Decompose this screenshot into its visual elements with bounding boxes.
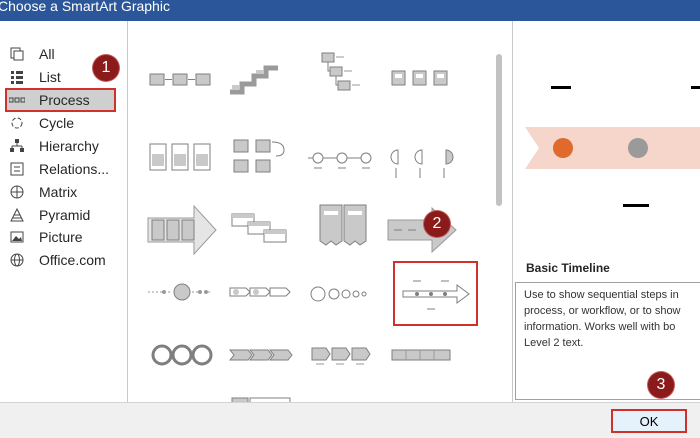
layout-gallery	[128, 21, 513, 402]
timeline-dot-gray	[628, 138, 648, 158]
description-line: Level 2 text.	[524, 337, 584, 349]
layout-segmented-arrows[interactable]	[226, 268, 298, 320]
category-label: Office.com	[39, 252, 106, 268]
pyramid-icon	[9, 207, 25, 223]
layout-circular-arrows[interactable]	[146, 268, 218, 320]
layout-closed-chevron[interactable]	[306, 330, 378, 382]
hierarchy-icon	[9, 138, 25, 154]
category-label: Process	[39, 92, 90, 108]
callout-badge: 2	[424, 211, 450, 237]
layout-chevron-list[interactable]	[306, 201, 378, 253]
layout-circle-process[interactable]	[306, 134, 378, 186]
timeline-preview	[525, 86, 700, 207]
category-label: Relations...	[39, 161, 110, 177]
category-matrix[interactable]: Matrix	[6, 181, 121, 203]
category-label: All	[39, 46, 55, 62]
category-label: Matrix	[39, 184, 78, 200]
layout-basic-process[interactable]	[146, 54, 218, 106]
layout-accent-process[interactable]	[146, 134, 218, 186]
layout-increasing-arrows[interactable]	[146, 392, 218, 402]
timeline-label-mark	[551, 86, 571, 89]
layout-process-tree[interactable]	[306, 51, 378, 103]
ok-button[interactable]: OK	[611, 409, 687, 433]
timeline-arrow-band	[525, 127, 700, 169]
category-label: Cycle	[39, 115, 75, 131]
category-relationship[interactable]: Relations...	[6, 158, 121, 180]
category-process[interactable]: Process	[5, 88, 116, 112]
description-line: information. Works well with bo	[524, 321, 676, 333]
callout-badge: 1	[93, 55, 119, 81]
layout-basic-timeline[interactable]	[393, 261, 478, 326]
dialog-footer	[0, 402, 700, 438]
category-picture[interactable]: Picture	[6, 226, 121, 248]
cycle-icon	[9, 115, 25, 131]
layout-half-circle[interactable]	[386, 134, 458, 186]
category-label: List	[39, 69, 61, 85]
timeline-label-mark	[691, 86, 700, 89]
globe-icon	[9, 252, 25, 268]
category-label: Picture	[39, 229, 83, 245]
description-line: process, or workflow, or to show	[524, 305, 681, 317]
title-bar: Choose a SmartArt Graphic	[0, 0, 700, 21]
relationship-icon	[9, 161, 25, 177]
callout-badge: 3	[648, 372, 674, 398]
layout-continuous-circles[interactable]	[146, 330, 218, 382]
list-icon	[9, 69, 25, 85]
layout-chevron-process[interactable]	[226, 330, 298, 382]
process-icon	[9, 92, 25, 108]
matrix-icon	[9, 184, 25, 200]
category-label: Hierarchy	[39, 138, 99, 154]
timeline-dot-orange	[553, 138, 573, 158]
window-title: Choose a SmartArt Graphic	[0, 0, 170, 14]
layout-step-up-process[interactable]	[226, 54, 298, 106]
layout-alternating-flow[interactable]	[386, 54, 458, 106]
layout-repeating-bending[interactable]	[226, 134, 298, 186]
layout-staggered-process[interactable]	[226, 204, 298, 256]
description-line: Use to show sequential steps in	[524, 289, 679, 301]
layout-process-arrows[interactable]	[146, 204, 218, 256]
category-pyramid[interactable]: Pyramid	[6, 204, 121, 226]
category-hierarchy[interactable]: Hierarchy	[6, 135, 121, 157]
timeline-label-mark	[623, 204, 649, 207]
category-cycle[interactable]: Cycle	[6, 112, 121, 134]
preview-title: Basic Timeline	[526, 261, 610, 275]
category-label: Pyramid	[39, 207, 91, 223]
all-icon	[9, 46, 25, 62]
picture-icon	[9, 229, 25, 245]
category-office-com[interactable]: Office.com	[6, 249, 121, 271]
layout-circle-chain[interactable]	[306, 268, 378, 320]
layout-vertical-equation[interactable]	[226, 392, 298, 402]
gallery-scroll-thumb[interactable]	[496, 54, 502, 206]
layout-detailed-process[interactable]	[386, 330, 458, 382]
